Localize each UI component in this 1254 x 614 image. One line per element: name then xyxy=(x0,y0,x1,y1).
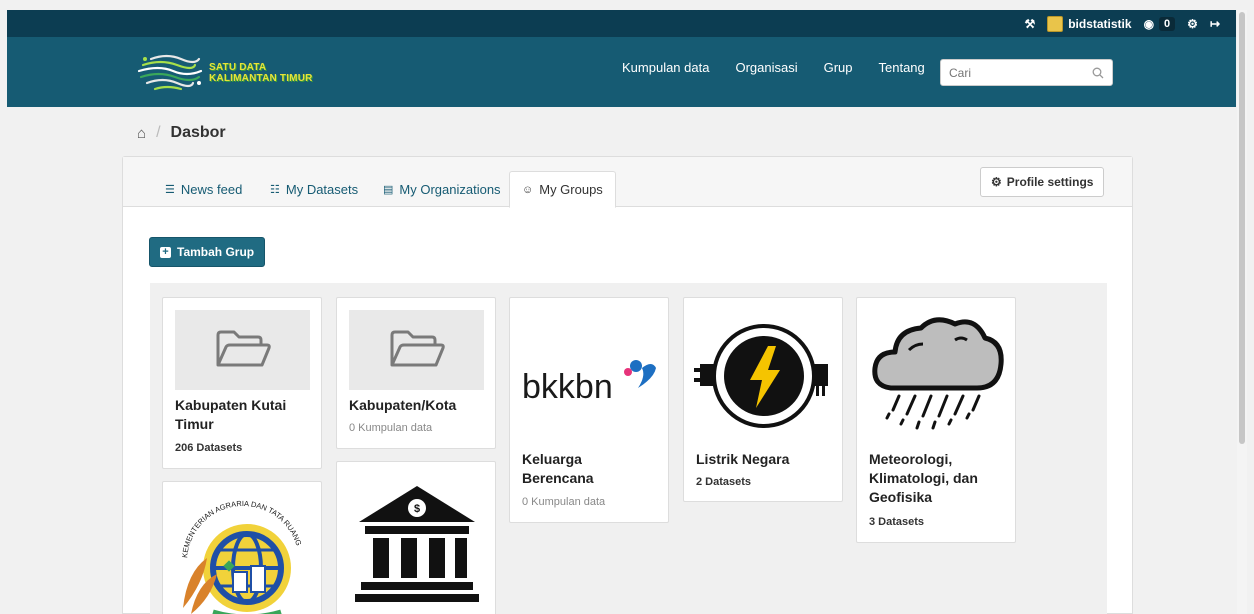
profile-settings-label: Profile settings xyxy=(1006,175,1094,189)
group-card-kutai-timur[interactable]: Kabupaten Kutai Timur 206 Datasets xyxy=(162,297,322,469)
tab-news-feed[interactable]: ☰ News feed xyxy=(153,171,254,207)
notification-badge: 0 xyxy=(1159,16,1176,31)
breadcrumb-separator: / xyxy=(156,124,161,141)
logout-icon[interactable]: ↦ xyxy=(1210,17,1220,31)
search-box xyxy=(940,59,1113,86)
svg-text:$: $ xyxy=(414,503,420,515)
tab-my-groups[interactable]: ☺ My Groups xyxy=(509,171,616,208)
tab-my-organizations[interactable]: ▤ My Organizations xyxy=(371,171,513,207)
list-icon: ☰ xyxy=(165,183,175,196)
nav-about[interactable]: Tentang xyxy=(879,60,925,75)
nav-groups[interactable]: Grup xyxy=(824,60,853,75)
tab-label: News feed xyxy=(180,181,243,197)
sysadmin-icon[interactable]: ⚒ xyxy=(1024,17,1035,31)
group-count: 0 Kumpulan data xyxy=(522,496,606,508)
logo-waves-icon xyxy=(137,54,203,91)
nav-organizations[interactable]: Organisasi xyxy=(735,60,797,75)
tab-label: My Organizations xyxy=(399,181,501,197)
group-count: 2 Datasets xyxy=(696,476,752,488)
brand-text: SATU DATA KALIMANTAN TIMUR xyxy=(209,62,313,84)
brand-line1: SATU DATA xyxy=(209,62,267,73)
plus-icon: + xyxy=(160,246,171,258)
nav-datasets[interactable]: Kumpulan data xyxy=(622,60,709,75)
folder-placeholder xyxy=(175,310,310,390)
group-card-bank[interactable]: $ xyxy=(336,461,496,614)
group-count: 206 Datasets xyxy=(175,442,243,454)
building-icon: ▤ xyxy=(383,183,394,196)
scrollbar-thumb[interactable] xyxy=(1239,12,1245,444)
profile-settings-button[interactable]: ⚙ Profile settings xyxy=(980,167,1105,197)
group-card-bmkg[interactable]: Meteorologi, Klimatologi, dan Geofisika … xyxy=(856,297,1016,543)
group-title[interactable]: Listrik Negara xyxy=(696,450,831,469)
add-group-label: Tambah Grup xyxy=(177,245,255,259)
page-scrollbar[interactable] xyxy=(1237,10,1247,614)
home-icon[interactable]: ⌂ xyxy=(137,125,146,142)
brand-line2: KALIMANTAN TIMUR xyxy=(209,73,313,84)
avatar xyxy=(1047,15,1064,32)
group-card-kabupaten-kota[interactable]: Kabupaten/Kota 0 Kumpulan data xyxy=(336,297,496,449)
gear-icon: ⚙ xyxy=(991,175,1002,189)
bkkbn-logo-text: bkkbn xyxy=(522,368,613,406)
search-input[interactable] xyxy=(949,65,1079,80)
group-card-keluarga-berencana[interactable]: bkkbn Keluarga Berencana 0 Kumpulan data xyxy=(509,297,669,523)
group-grid: Kabupaten Kutai Timur 206 Datasets Kabup… xyxy=(150,283,1107,614)
user-link[interactable]: bidstatistik xyxy=(1047,15,1132,32)
group-title[interactable]: Meteorologi, Klimatologi, dan Geofisika xyxy=(869,450,1004,507)
group-title[interactable]: Kabupaten/Kota xyxy=(349,396,484,415)
bkkbn-logo: bkkbn xyxy=(522,360,656,406)
dashboard-panel: ☰ News feed ☷ My Datasets ▤ My Organizat… xyxy=(122,156,1133,614)
user-name: bidstatistik xyxy=(1068,16,1132,31)
users-icon: ☺ xyxy=(522,183,534,196)
add-group-button[interactable]: + Tambah Grup xyxy=(149,237,266,267)
bank-building-logo: $ xyxy=(355,486,479,602)
tab-bar: ☰ News feed ☷ My Datasets ▤ My Organizat… xyxy=(123,157,1132,208)
folder-open-icon xyxy=(390,330,445,367)
breadcrumb: ⌂ / Dasbor xyxy=(137,124,226,142)
group-count: 0 Kumpulan data xyxy=(349,422,433,434)
gear-icon[interactable]: ⚙ xyxy=(1187,17,1198,31)
breadcrumb-current[interactable]: Dasbor xyxy=(171,124,226,142)
group-title[interactable]: Kabupaten Kutai Timur xyxy=(175,396,310,434)
tab-my-datasets[interactable]: ☷ My Datasets xyxy=(258,171,370,207)
dashboard-icon: ◉ xyxy=(1143,16,1155,31)
electric-plug-logo xyxy=(694,324,828,428)
dashboard-link[interactable]: ◉ 0 xyxy=(1143,16,1176,31)
tab-label: My Datasets xyxy=(285,181,359,197)
main-nav: Kumpulan data Organisasi Grup Tentang xyxy=(622,60,925,75)
group-card-listrik-negara[interactable]: Listrik Negara 2 Datasets xyxy=(683,297,843,502)
search-icon[interactable] xyxy=(1092,67,1104,79)
sitemap-icon: ☷ xyxy=(270,183,280,196)
group-title[interactable]: Keluarga Berencana xyxy=(522,450,657,488)
folder-placeholder xyxy=(349,310,484,390)
site-logo[interactable]: SATU DATA KALIMANTAN TIMUR xyxy=(137,51,313,95)
tab-label: My Groups xyxy=(539,182,603,197)
folder-open-icon xyxy=(216,330,271,367)
atr-logo: KEMENTERIAN AGRARIA DAN TATA RUANG xyxy=(180,499,303,614)
account-bar: ⚒ bidstatistik ◉ 0 ⚙ ↦ xyxy=(7,10,1236,37)
group-count: 3 Datasets xyxy=(869,516,925,528)
masthead: SATU DATA KALIMANTAN TIMUR Kumpulan data… xyxy=(7,37,1236,107)
group-card-agraria[interactable]: KEMENTERIAN AGRARIA DAN TATA RUANG xyxy=(162,481,322,614)
rain-cloud-logo xyxy=(872,317,1004,430)
